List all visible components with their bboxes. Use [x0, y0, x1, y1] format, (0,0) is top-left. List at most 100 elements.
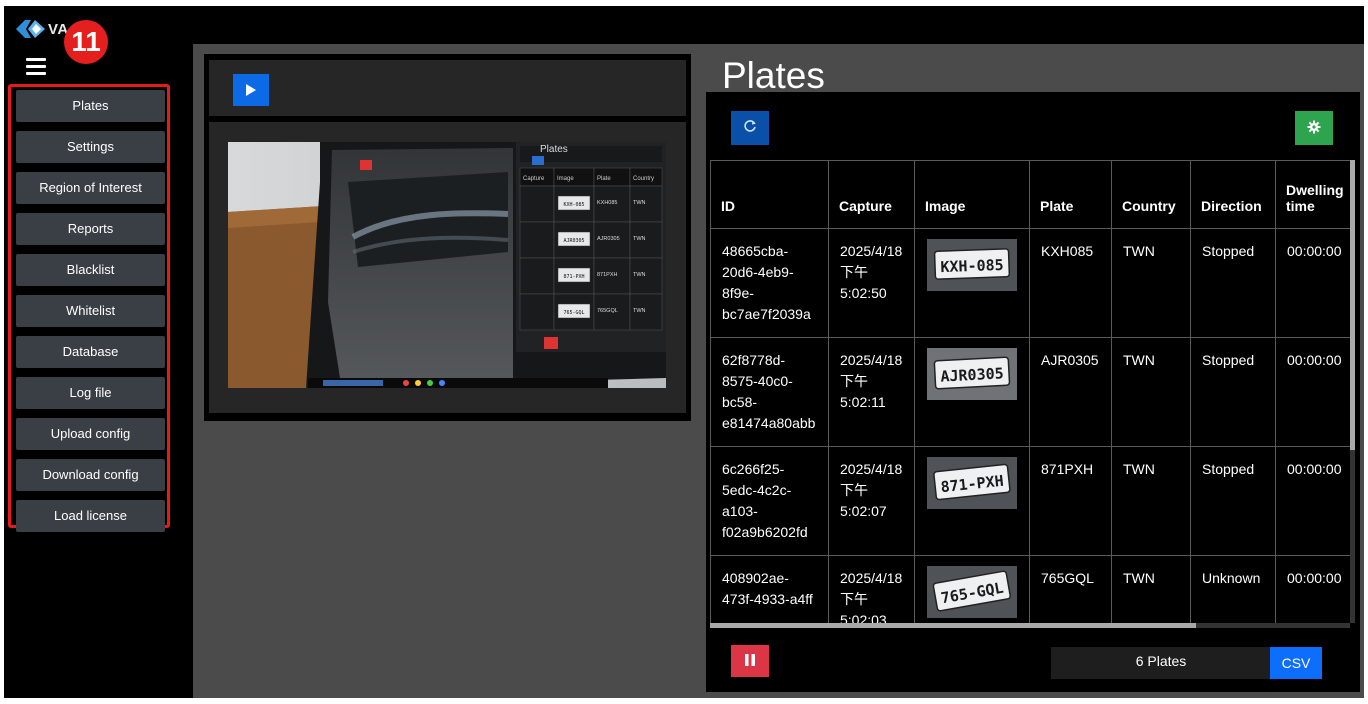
column-header: Country [1111, 160, 1191, 229]
sidebar-item-log-file[interactable]: Log file [16, 377, 165, 409]
cell-id: 408902ae-473f-4933-a4ff [710, 555, 829, 623]
video-panel: Plates Capture Image Plate Country KXH-085 KX… [204, 54, 691, 421]
plate-image: 765-GQL [927, 566, 1017, 618]
cell-plate: 765GQL [1029, 555, 1112, 623]
video-frame-container: Plates Capture Image Plate Country KXH-085 KX… [209, 122, 686, 413]
cell-image: 765-GQL [914, 555, 1030, 623]
pause-icon [745, 653, 755, 666]
cell-country: TWN [1111, 446, 1191, 556]
cell-image: AJR0305 [914, 337, 1030, 447]
gear-icon [1307, 120, 1321, 133]
page-title: Plates [722, 55, 825, 96]
cell-country: TWN [1111, 337, 1191, 447]
plate-image: KXH-085 [927, 239, 1017, 291]
plates-panel: ID Capture Image Plate Country Direction Dwell… [706, 92, 1360, 692]
overlay-plate: KXH085 [597, 200, 618, 206]
settings-button[interactable] [1295, 111, 1333, 145]
camera-feed-image: Plates Capture Image Plate Country KXH-085 KX… [228, 142, 666, 388]
refresh-icon [744, 119, 756, 132]
overlay-title: Plates [540, 144, 568, 155]
overlay-plate-image-text: 871-PXH [563, 274, 584, 280]
sidebar-item-upload-config[interactable]: Upload config [16, 418, 165, 450]
vertical-scrollbar[interactable] [1350, 160, 1355, 623]
cell-capture: 2025/4/18 下午 5:02:07 [828, 446, 915, 556]
camera-feed: Plates Capture Image Plate Country KXH-085 KX… [228, 142, 666, 388]
cell-dwelling-time: 00:00:00 [1275, 555, 1351, 623]
horizontal-scrollbar[interactable] [710, 623, 1350, 628]
refresh-button[interactable] [731, 111, 769, 145]
cell-dwelling-time: 00:00:00 [1275, 446, 1351, 556]
cell-direction: Unknown [1190, 555, 1276, 623]
cell-dwelling-time: 00:00:00 [1275, 337, 1351, 447]
cell-plate: KXH085 [1029, 228, 1112, 338]
column-header: Direction [1190, 160, 1276, 229]
plate-count: 6 Plates [1051, 647, 1271, 679]
overlay-country: TWN [633, 236, 646, 242]
sidebar-item-reports[interactable]: Reports [16, 213, 165, 245]
cell-country: TWN [1111, 228, 1191, 338]
column-header: Dwelling time [1275, 160, 1351, 229]
overlay-plate-image-text: 765-GQL [563, 310, 584, 316]
overlay-country: TWN [633, 308, 646, 314]
plate-image: 871-PXH [927, 457, 1017, 509]
overlay-plate: 871PXH [597, 272, 618, 278]
plate-image-text: AJR0305 [940, 364, 1004, 385]
table-row[interactable]: 62f8778d-8575-40c0-bc58-e81474a80abb 2025… [710, 337, 1351, 447]
cell-plate: AJR0305 [1029, 337, 1112, 447]
cell-id: 62f8778d-8575-40c0-bc58-e81474a80abb [710, 337, 829, 447]
cell-country: TWN [1111, 555, 1191, 623]
csv-export-button[interactable]: CSV [1270, 647, 1322, 679]
sidebar-item-database[interactable]: Database [16, 336, 165, 368]
cell-plate: 871PXH [1029, 446, 1112, 556]
plate-image-text: KXH-085 [940, 256, 1004, 276]
cell-id: 48665cba-20d6-4eb9-8f9e-bc7ae7f2039a [710, 228, 829, 338]
overlay-plate-image-text: AJR0305 [563, 238, 584, 244]
sidebar-item-load-license[interactable]: Load license [16, 500, 165, 532]
sidebar-item-plates[interactable]: Plates [16, 90, 165, 122]
plates-table-container[interactable]: ID Capture Image Plate Country Direction Dwell… [710, 160, 1354, 623]
plates-table: ID Capture Image Plate Country Direction Dwell… [710, 160, 1351, 623]
overlay-plate: AJR0305 [597, 236, 620, 242]
pause-button[interactable] [731, 645, 769, 677]
overlay-country: TWN [633, 272, 646, 278]
overlay-column-header: Plate [597, 176, 611, 182]
logo: VA [16, 14, 69, 44]
table-row[interactable]: 408902ae-473f-4933-a4ff 2025/4/18 下午 5:02… [710, 555, 1351, 623]
table-row[interactable]: 6c266f25-5edc-4c2c-a103-f02a9b6202fd 2025… [710, 446, 1351, 556]
table-header-row: ID Capture Image Plate Country Direction Dwell… [710, 160, 1351, 229]
sidebar-item-whitelist[interactable]: Whitelist [16, 295, 165, 327]
horizontal-scrollbar-thumb[interactable] [710, 623, 1196, 628]
plate-image: AJR0305 [927, 348, 1017, 400]
cell-direction: Stopped [1190, 446, 1276, 556]
cell-id: 6c266f25-5edc-4c2c-a103-f02a9b6202fd [710, 446, 829, 556]
table-row[interactable]: 48665cba-20d6-4eb9-8f9e-bc7ae7f2039a 2025… [710, 228, 1351, 338]
column-header: Capture [828, 160, 915, 229]
cell-direction: Stopped [1190, 337, 1276, 447]
sidebar-item-settings[interactable]: Settings [16, 131, 165, 163]
overlay-column-header: Image [557, 176, 574, 182]
sidebar-item-download-config[interactable]: Download config [16, 459, 165, 491]
vertical-scrollbar-thumb[interactable] [1350, 160, 1355, 450]
sidebar: Plates Settings Region of Interest Reports B… [8, 84, 170, 532]
cell-capture: 2025/4/18 下午 5:02:11 [828, 337, 915, 447]
cell-image: 871-PXH [914, 446, 1030, 556]
logo-icon [16, 20, 45, 38]
overlay-column-header: Capture [523, 176, 545, 182]
overlay-table: Capture Image Plate Country KXH-085 KXH085 TWN… [519, 167, 663, 331]
column-header: Image [914, 160, 1030, 229]
column-header: ID [710, 160, 829, 229]
table-body: 48665cba-20d6-4eb9-8f9e-bc7ae7f2039a 2025… [710, 228, 1351, 623]
cell-dwelling-time: 00:00:00 [1275, 228, 1351, 338]
column-header: Plate [1029, 160, 1112, 229]
overlay-plate-image-text: KXH-085 [563, 202, 584, 208]
cell-capture: 2025/4/18 下午 5:02:03 [828, 555, 915, 623]
sidebar-item-blacklist[interactable]: Blacklist [16, 254, 165, 286]
play-button[interactable] [233, 74, 269, 106]
hamburger-menu-icon[interactable] [26, 58, 46, 76]
overlay-column-header: Country [633, 176, 654, 182]
annotation-badge: 11 [64, 20, 108, 64]
sidebar-item-region-of-interest[interactable]: Region of Interest [16, 172, 165, 204]
cell-image: KXH-085 [914, 228, 1030, 338]
overlay-country: TWN [633, 200, 646, 206]
overlay-plate: 765GQL [597, 308, 618, 314]
